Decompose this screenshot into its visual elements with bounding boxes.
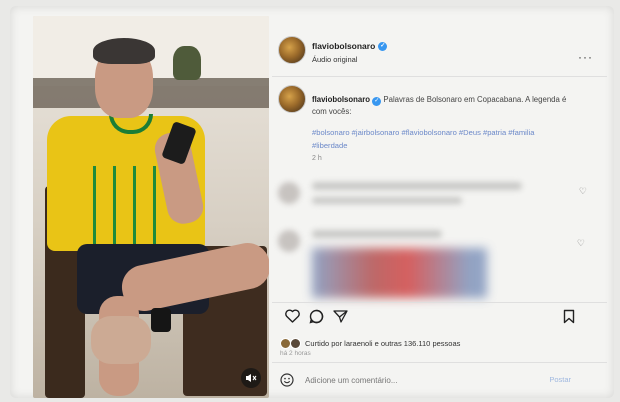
- comment-image-blurred: [312, 248, 487, 298]
- media-ankle-monitor: [151, 308, 171, 332]
- caption-text: flaviobolsonaro ✓ Palavras de Bolsonaro …: [312, 94, 580, 117]
- comment-input[interactable]: Adicione um comentário...: [305, 376, 398, 385]
- comment-icon[interactable]: [308, 308, 324, 324]
- audio-muted-icon[interactable]: [241, 368, 261, 388]
- post-media-image[interactable]: [33, 16, 269, 398]
- comment-divider: [272, 362, 607, 363]
- author-avatar[interactable]: [278, 36, 306, 64]
- liked-by-text[interactable]: Curtido por laraenoli e outras 136.110 p…: [305, 339, 460, 348]
- comment-avatar-blurred: [278, 230, 300, 252]
- liker-avatar: [290, 338, 301, 349]
- post-actions: [284, 308, 348, 324]
- caption-username[interactable]: flaviobolsonaro: [312, 95, 370, 104]
- comment-avatar-blurred: [278, 182, 300, 204]
- author-username[interactable]: flaviobolsonaro: [312, 41, 375, 51]
- comment-bar: Adicione um comentário... Postar: [272, 364, 607, 396]
- heart-icon[interactable]: [284, 308, 300, 324]
- comment-text-blurred: [312, 182, 522, 190]
- post-comment-button[interactable]: Postar: [549, 375, 571, 384]
- verified-badge-icon: ✓: [372, 97, 382, 106]
- media-shirt-stripe: [153, 166, 156, 248]
- caption-hashtags[interactable]: #bolsonaro #jairbolsonaro #flaviobolsona…: [312, 126, 572, 152]
- media-shirt-stripe: [113, 166, 116, 248]
- media-person-foot: [91, 316, 151, 364]
- media-shirt-stripe: [93, 166, 96, 248]
- actions-divider: [272, 302, 607, 303]
- media-plant: [173, 46, 201, 80]
- comment-like-icon[interactable]: ♡: [577, 238, 585, 249]
- post-side-panel: flaviobolsonaro ✓ Áudio original ··· fla…: [272, 16, 607, 398]
- caption-avatar[interactable]: [278, 85, 306, 113]
- liked-by-row[interactable]: Curtido por laraenoli e outras 136.110 p…: [280, 338, 460, 349]
- bookmark-icon[interactable]: [561, 308, 577, 324]
- author-header-row[interactable]: flaviobolsonaro ✓: [312, 41, 388, 51]
- more-options-button[interactable]: ···: [578, 50, 593, 64]
- audio-label[interactable]: Áudio original: [312, 55, 357, 64]
- media-shirt-stripe: [133, 166, 136, 248]
- header-divider: [272, 76, 607, 77]
- send-icon[interactable]: [332, 308, 348, 324]
- comment-like-icon[interactable]: ♡: [579, 186, 587, 197]
- comment-text-blurred: [312, 230, 442, 238]
- caption-timestamp: 2 h: [312, 155, 322, 162]
- emoji-icon[interactable]: [280, 373, 294, 387]
- post-age: há 2 horas: [280, 350, 311, 357]
- comment-text-blurred: [312, 197, 462, 204]
- verified-badge-icon: ✓: [378, 41, 388, 51]
- media-person-hair: [93, 38, 155, 64]
